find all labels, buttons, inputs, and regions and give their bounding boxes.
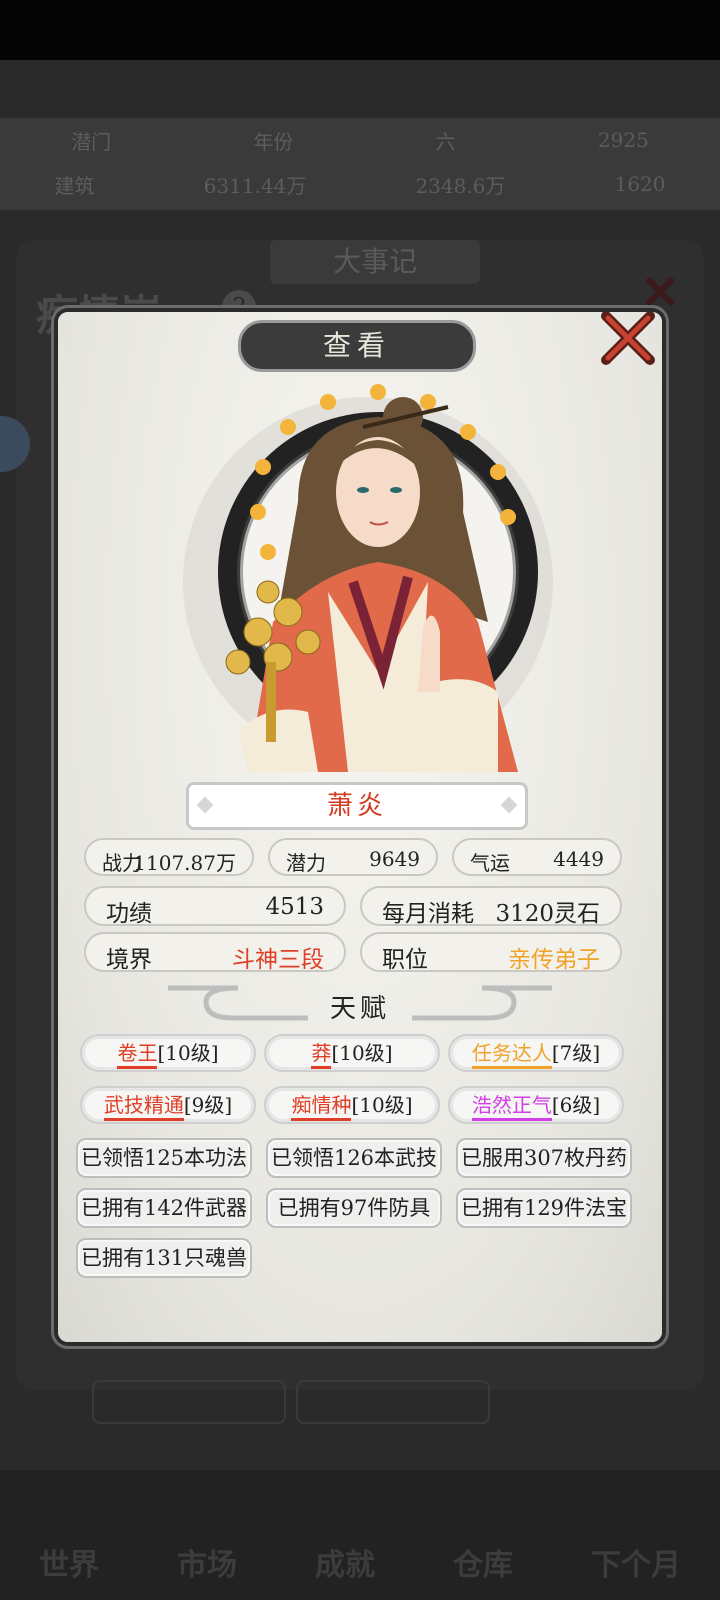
- stat-label: 功绩: [106, 901, 152, 927]
- character-name-plate: 萧炎: [186, 782, 528, 830]
- stat-label: 职位: [382, 947, 428, 973]
- stat-value: 4513: [265, 894, 324, 920]
- talent-level: [10级]: [331, 1041, 393, 1065]
- bg-tab-events: 大事记: [270, 240, 480, 284]
- stat-potential: 潜力 9649: [268, 838, 438, 876]
- bg-button: [296, 1380, 490, 1424]
- talent-name: 痴情种: [291, 1093, 352, 1121]
- bg-stat: 6311.44万: [203, 173, 307, 198]
- bg-stat: 潜门: [71, 129, 112, 154]
- achievement-item: 已拥有97件防具: [266, 1188, 442, 1228]
- talent-level: [6级]: [551, 1093, 601, 1117]
- talent-name: 任务达人: [471, 1041, 552, 1069]
- bottom-nav: 世界 市场 成就 仓库 下个月: [0, 1470, 720, 1600]
- close-icon[interactable]: [598, 312, 658, 368]
- decor-diamond: [500, 796, 518, 814]
- talent-name: 武技精通: [103, 1093, 184, 1121]
- status-bar: [0, 0, 720, 60]
- stat-monthly-cost: 每月消耗 3120灵石: [360, 886, 622, 927]
- nav-next-month: 下个月: [591, 1548, 681, 1583]
- talent-name: 莽: [311, 1041, 332, 1069]
- talent-name: 卷王: [117, 1041, 158, 1069]
- bg-stat: 2348.6万: [415, 173, 506, 198]
- stat-value: 9649: [369, 847, 420, 871]
- stat-label: 境界: [106, 947, 152, 973]
- stat-position: 职位 亲传弟子: [360, 932, 622, 973]
- decor-diamond: [196, 796, 214, 814]
- bg-stat: 年份: [253, 129, 294, 154]
- stat-value: 斗神三段: [232, 947, 324, 973]
- character-portrait: [183, 384, 553, 772]
- talent-chip[interactable]: 浩然正气[6级]: [448, 1086, 624, 1124]
- stat-luck: 气运 4449: [452, 838, 622, 876]
- modal-title: 查看: [238, 320, 476, 372]
- nav-achievement: 成就: [315, 1548, 375, 1583]
- talent-level: [9级]: [183, 1093, 233, 1117]
- achievement-item: 已领悟125本功法: [76, 1138, 252, 1178]
- character-name: 萧炎: [326, 791, 387, 821]
- talent-chip[interactable]: 武技精通[9级]: [80, 1086, 256, 1124]
- stat-label: 气运: [470, 851, 510, 875]
- bg-stat: 建筑: [54, 173, 95, 198]
- talent-level: [10级]: [157, 1041, 219, 1065]
- achievement-item: 已拥有129件法宝: [456, 1188, 632, 1228]
- talent-chip[interactable]: 任务达人[7级]: [448, 1034, 624, 1072]
- bg-stat: 六: [435, 129, 456, 154]
- nav-world: 世界: [39, 1548, 99, 1583]
- stat-merit: 功绩 4513: [84, 886, 346, 927]
- talent-chip[interactable]: 卷王[10级]: [80, 1034, 256, 1072]
- bg-stat: 2925: [597, 128, 649, 152]
- talent-name: 浩然正气: [471, 1093, 552, 1121]
- talent-section-header: 天赋: [58, 980, 662, 1030]
- stat-value: 3120灵石: [495, 901, 600, 927]
- stat-combat-power: 战力 1107.87万: [84, 838, 254, 876]
- stat-value: 1107.87万: [133, 851, 236, 875]
- nav-warehouse: 仓库: [453, 1548, 513, 1583]
- stat-label: 每月消耗: [382, 901, 474, 927]
- talent-chip[interactable]: 莽[10级]: [264, 1034, 440, 1072]
- bg-resource-bar: 潜门 年份 六 2925 建筑 6311.44万 2348.6万 1620: [0, 118, 720, 210]
- talent-level: [10级]: [351, 1093, 413, 1117]
- character-detail-modal: 查看 萧炎 战力 1107.87万 潜力 9649 气运 4449 功绩 451…: [58, 312, 662, 1342]
- bg-button: [92, 1380, 286, 1424]
- achievement-item: 已领悟126本武技: [266, 1138, 442, 1178]
- talent-chip[interactable]: 痴情种[10级]: [264, 1086, 440, 1124]
- bg-stat: 1620: [614, 172, 666, 196]
- talent-heading: 天赋: [329, 994, 390, 1024]
- stat-value: 亲传弟子: [508, 947, 600, 973]
- achievement-item: 已拥有142件武器: [76, 1188, 252, 1228]
- talent-level: [7级]: [551, 1041, 601, 1065]
- nav-market: 市场: [177, 1548, 237, 1583]
- stat-realm: 境界 斗神三段: [84, 932, 346, 973]
- stat-label: 潜力: [286, 851, 326, 875]
- achievement-item: 已服用307枚丹药: [456, 1138, 632, 1178]
- achievement-item: 已拥有131只魂兽: [76, 1238, 252, 1278]
- stat-value: 4449: [553, 847, 604, 871]
- bg-lower-buttons: [0, 1380, 720, 1430]
